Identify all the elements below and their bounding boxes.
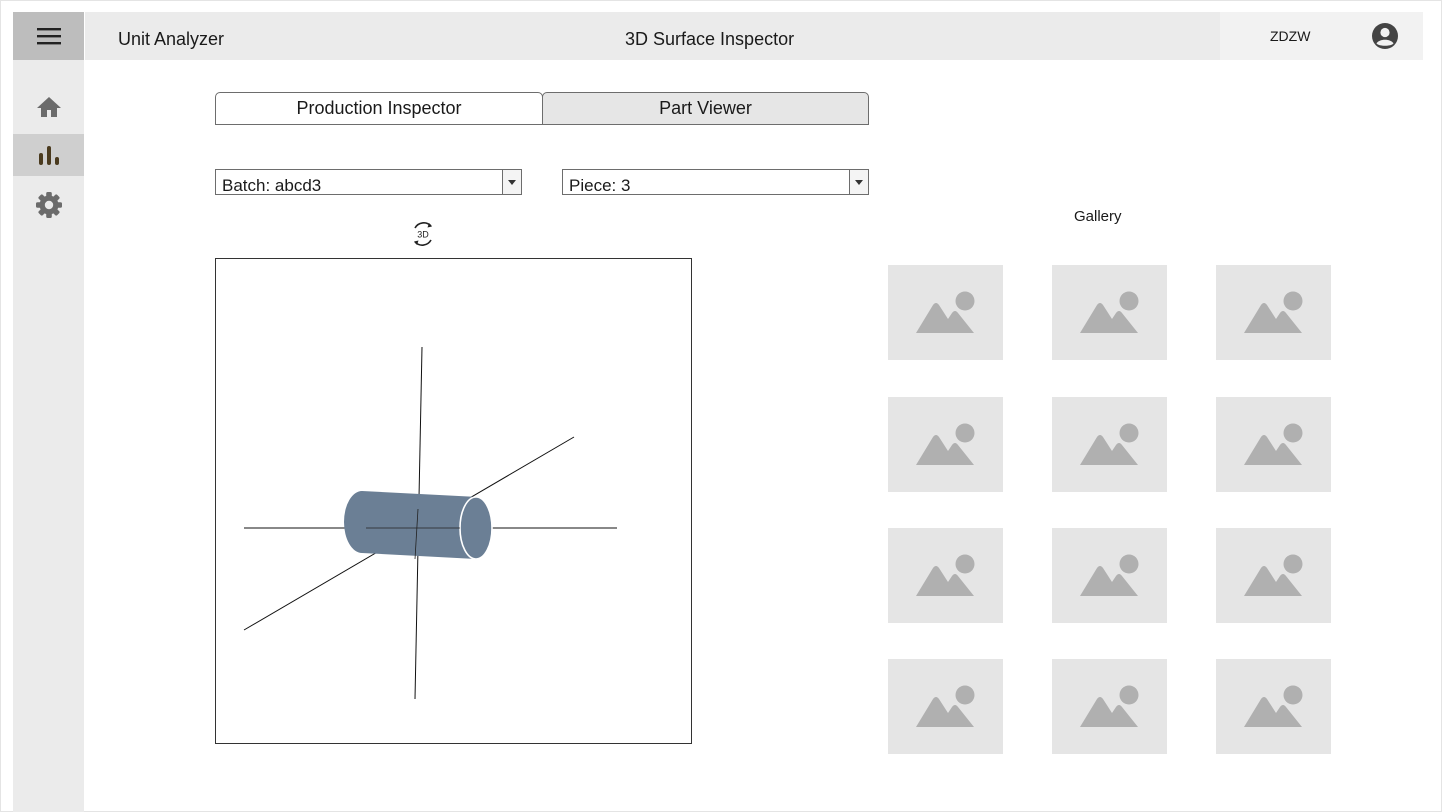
gallery-thumbnail[interactable]	[1216, 659, 1331, 754]
3d-rotate-icon: 3D	[414, 222, 432, 246]
cylinder-cap	[459, 496, 493, 560]
sidebar-item-settings[interactable]	[13, 184, 84, 226]
gallery-thumbnail[interactable]	[1216, 397, 1331, 492]
page-title: 3D Surface Inspector	[625, 29, 795, 49]
home-icon	[36, 97, 61, 117]
3d-viewport[interactable]	[215, 258, 692, 744]
piece-select[interactable]: Piece: 3	[562, 169, 869, 195]
account-circle-icon	[1372, 23, 1398, 49]
image-placeholder-icon	[1244, 554, 1303, 596]
gallery-thumbnail[interactable]	[888, 659, 1003, 754]
3d-rotate-button[interactable]: 3D	[409, 220, 437, 248]
3d-scene	[243, 346, 617, 700]
sidebar-item-home[interactable]	[13, 86, 84, 128]
image-placeholder-icon	[1244, 685, 1303, 727]
tab-part-viewer[interactable]: Part Viewer	[542, 92, 869, 125]
gallery-thumbnail[interactable]	[1052, 528, 1167, 623]
image-placeholder-icon	[1244, 291, 1303, 333]
gallery-thumbnail[interactable]	[1216, 265, 1331, 360]
cylinder-body	[344, 491, 478, 559]
gallery-thumbnail[interactable]	[888, 265, 1003, 360]
gallery-thumbnail[interactable]	[1052, 265, 1167, 360]
batch-select[interactable]: Batch: abcd3	[215, 169, 522, 195]
gallery-thumbnail[interactable]	[1216, 528, 1331, 623]
image-placeholder-icon	[1080, 685, 1139, 727]
user-name: ZDZW	[1270, 28, 1311, 44]
gallery-thumbnail[interactable]	[1052, 659, 1167, 754]
image-placeholder-icon	[916, 423, 975, 465]
image-placeholder-icon	[1244, 423, 1303, 465]
hamburger-menu-button[interactable]	[13, 12, 84, 60]
chevron-down-icon	[502, 170, 521, 194]
image-placeholder-icon	[1080, 554, 1139, 596]
account-button[interactable]	[1371, 22, 1399, 50]
gallery-thumbnail[interactable]	[888, 397, 1003, 492]
image-placeholder-icon	[1080, 291, 1139, 333]
image-placeholder-icon	[916, 291, 975, 333]
image-placeholder-icon	[916, 554, 975, 596]
hamburger-icon	[36, 28, 61, 45]
gallery-title: Gallery	[1074, 208, 1122, 225]
image-placeholder-icon	[1080, 423, 1139, 465]
chevron-down-icon	[849, 170, 868, 194]
gallery-thumbnail[interactable]	[1052, 397, 1167, 492]
batch-select-value: Batch: abcd3	[222, 176, 322, 195]
sidebar	[13, 12, 84, 812]
gallery-thumbnail[interactable]	[888, 528, 1003, 623]
sidebar-item-analytics[interactable]	[13, 134, 84, 176]
bar-chart-icon	[38, 146, 59, 165]
svg-text:3D: 3D	[417, 230, 429, 240]
tab-production-inspector[interactable]: Production Inspector	[215, 92, 543, 125]
image-placeholder-icon	[916, 685, 975, 727]
app-title: Unit Analyzer	[118, 29, 225, 49]
piece-select-value: Piece: 3	[569, 176, 631, 195]
gear-icon	[35, 192, 62, 218]
